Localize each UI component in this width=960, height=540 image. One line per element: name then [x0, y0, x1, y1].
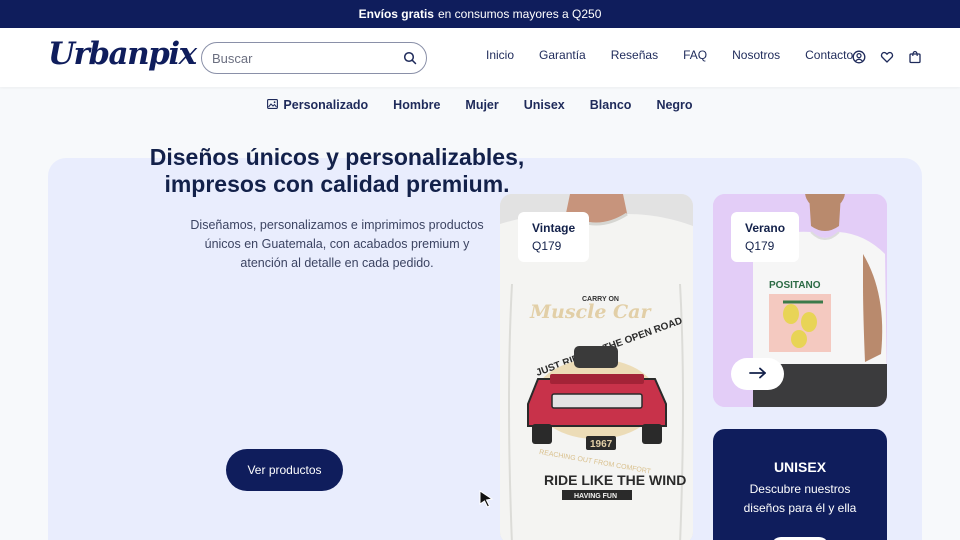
heart-icon[interactable]: [880, 50, 894, 64]
category-blanco[interactable]: Blanco: [590, 98, 632, 112]
next-arrow-button[interactable]: [731, 358, 784, 390]
unisex-desc-line-2: diseños para él y ella: [743, 501, 857, 515]
verano-price: Q179: [745, 239, 775, 253]
header-actions: [852, 50, 922, 64]
unisex-title: UNISEX: [773, 459, 827, 475]
category-hombre[interactable]: Hombre: [393, 98, 440, 112]
nav-contacto[interactable]: Contacto: [805, 48, 853, 62]
vintage-price: Q179: [532, 239, 562, 253]
nav-resenas[interactable]: Reseñas: [611, 48, 658, 62]
nav-nosotros[interactable]: Nosotros: [732, 48, 780, 62]
brand-logo[interactable]: Urbanpix: [48, 36, 197, 72]
category-personalizado[interactable]: Personalizado: [267, 98, 368, 112]
view-products-button[interactable]: Ver productos: [226, 449, 343, 491]
category-unisex[interactable]: Unisex: [524, 98, 565, 112]
print-year: 1967: [590, 439, 613, 450]
nav-inicio[interactable]: Inicio: [486, 48, 514, 62]
category-nav: Personalizado Hombre Mujer Unisex Blanco…: [0, 87, 960, 123]
hero-title-line-1: Diseños únicos y personalizables,: [149, 144, 525, 170]
product-card-verano[interactable]: POSITANO Verano Q179: [713, 194, 887, 407]
category-card-unisex[interactable]: UNISEX Descubre nuestros diseños para él…: [713, 429, 887, 540]
hero-description: Diseñamos, personalizamos e imprimimos p…: [140, 216, 534, 273]
unisex-description: Descubre nuestros diseños para él y ella: [713, 480, 887, 518]
promo-text: en consumos mayores a Q250: [437, 7, 602, 21]
verano-tag: Verano Q179: [731, 212, 800, 262]
nav-garantia[interactable]: Garantía: [539, 48, 586, 62]
search-icon[interactable]: [403, 51, 417, 65]
category-negro[interactable]: Negro: [656, 98, 692, 112]
product-card-vintage[interactable]: CARRY ON Muscle Car JUST RIDE TO THE OPE…: [500, 194, 693, 540]
print-bottom: RIDE LIKE THE WIND: [544, 472, 686, 488]
hero-desc-line-2: únicos en Guatemala, con acabados premiu…: [204, 237, 470, 251]
verano-name: Verano: [745, 221, 786, 235]
category-label: Personalizado: [283, 98, 369, 112]
print-positano: POSITANO: [769, 280, 821, 291]
print-brand: Muscle Car: [529, 301, 652, 323]
unisex-desc-line-1: Descubre nuestros: [749, 482, 851, 496]
search-input[interactable]: [212, 49, 392, 67]
image-icon: [267, 98, 279, 112]
user-icon[interactable]: [852, 50, 866, 64]
nav-faq[interactable]: FAQ: [683, 48, 707, 62]
site-header: Urbanpix Inicio Garantía Reseñas FAQ Nos…: [0, 28, 960, 87]
vintage-name: Vintage: [532, 221, 576, 235]
promo-bold: Envíos gratis: [358, 7, 434, 21]
search-box: [201, 42, 427, 74]
promo-bar: Envíos gratis en consumos mayores a Q250: [0, 0, 960, 28]
mouse-cursor-icon: [478, 490, 494, 508]
hero-desc-line-3: atención al detalle en cada pedido.: [240, 256, 434, 270]
arrow-right-icon: [748, 367, 767, 382]
print-sub: HAVING FUN: [574, 493, 617, 500]
hero-desc-line-1: Diseñamos, personalizamos e imprimimos p…: [190, 218, 484, 232]
cart-icon[interactable]: [908, 50, 922, 64]
hero-title: Diseños únicos y personalizables, impres…: [100, 144, 574, 198]
main-nav: Inicio Garantía Reseñas FAQ Nosotros Con…: [486, 48, 853, 62]
category-mujer[interactable]: Mujer: [465, 98, 498, 112]
vintage-tag: Vintage Q179: [518, 212, 590, 262]
